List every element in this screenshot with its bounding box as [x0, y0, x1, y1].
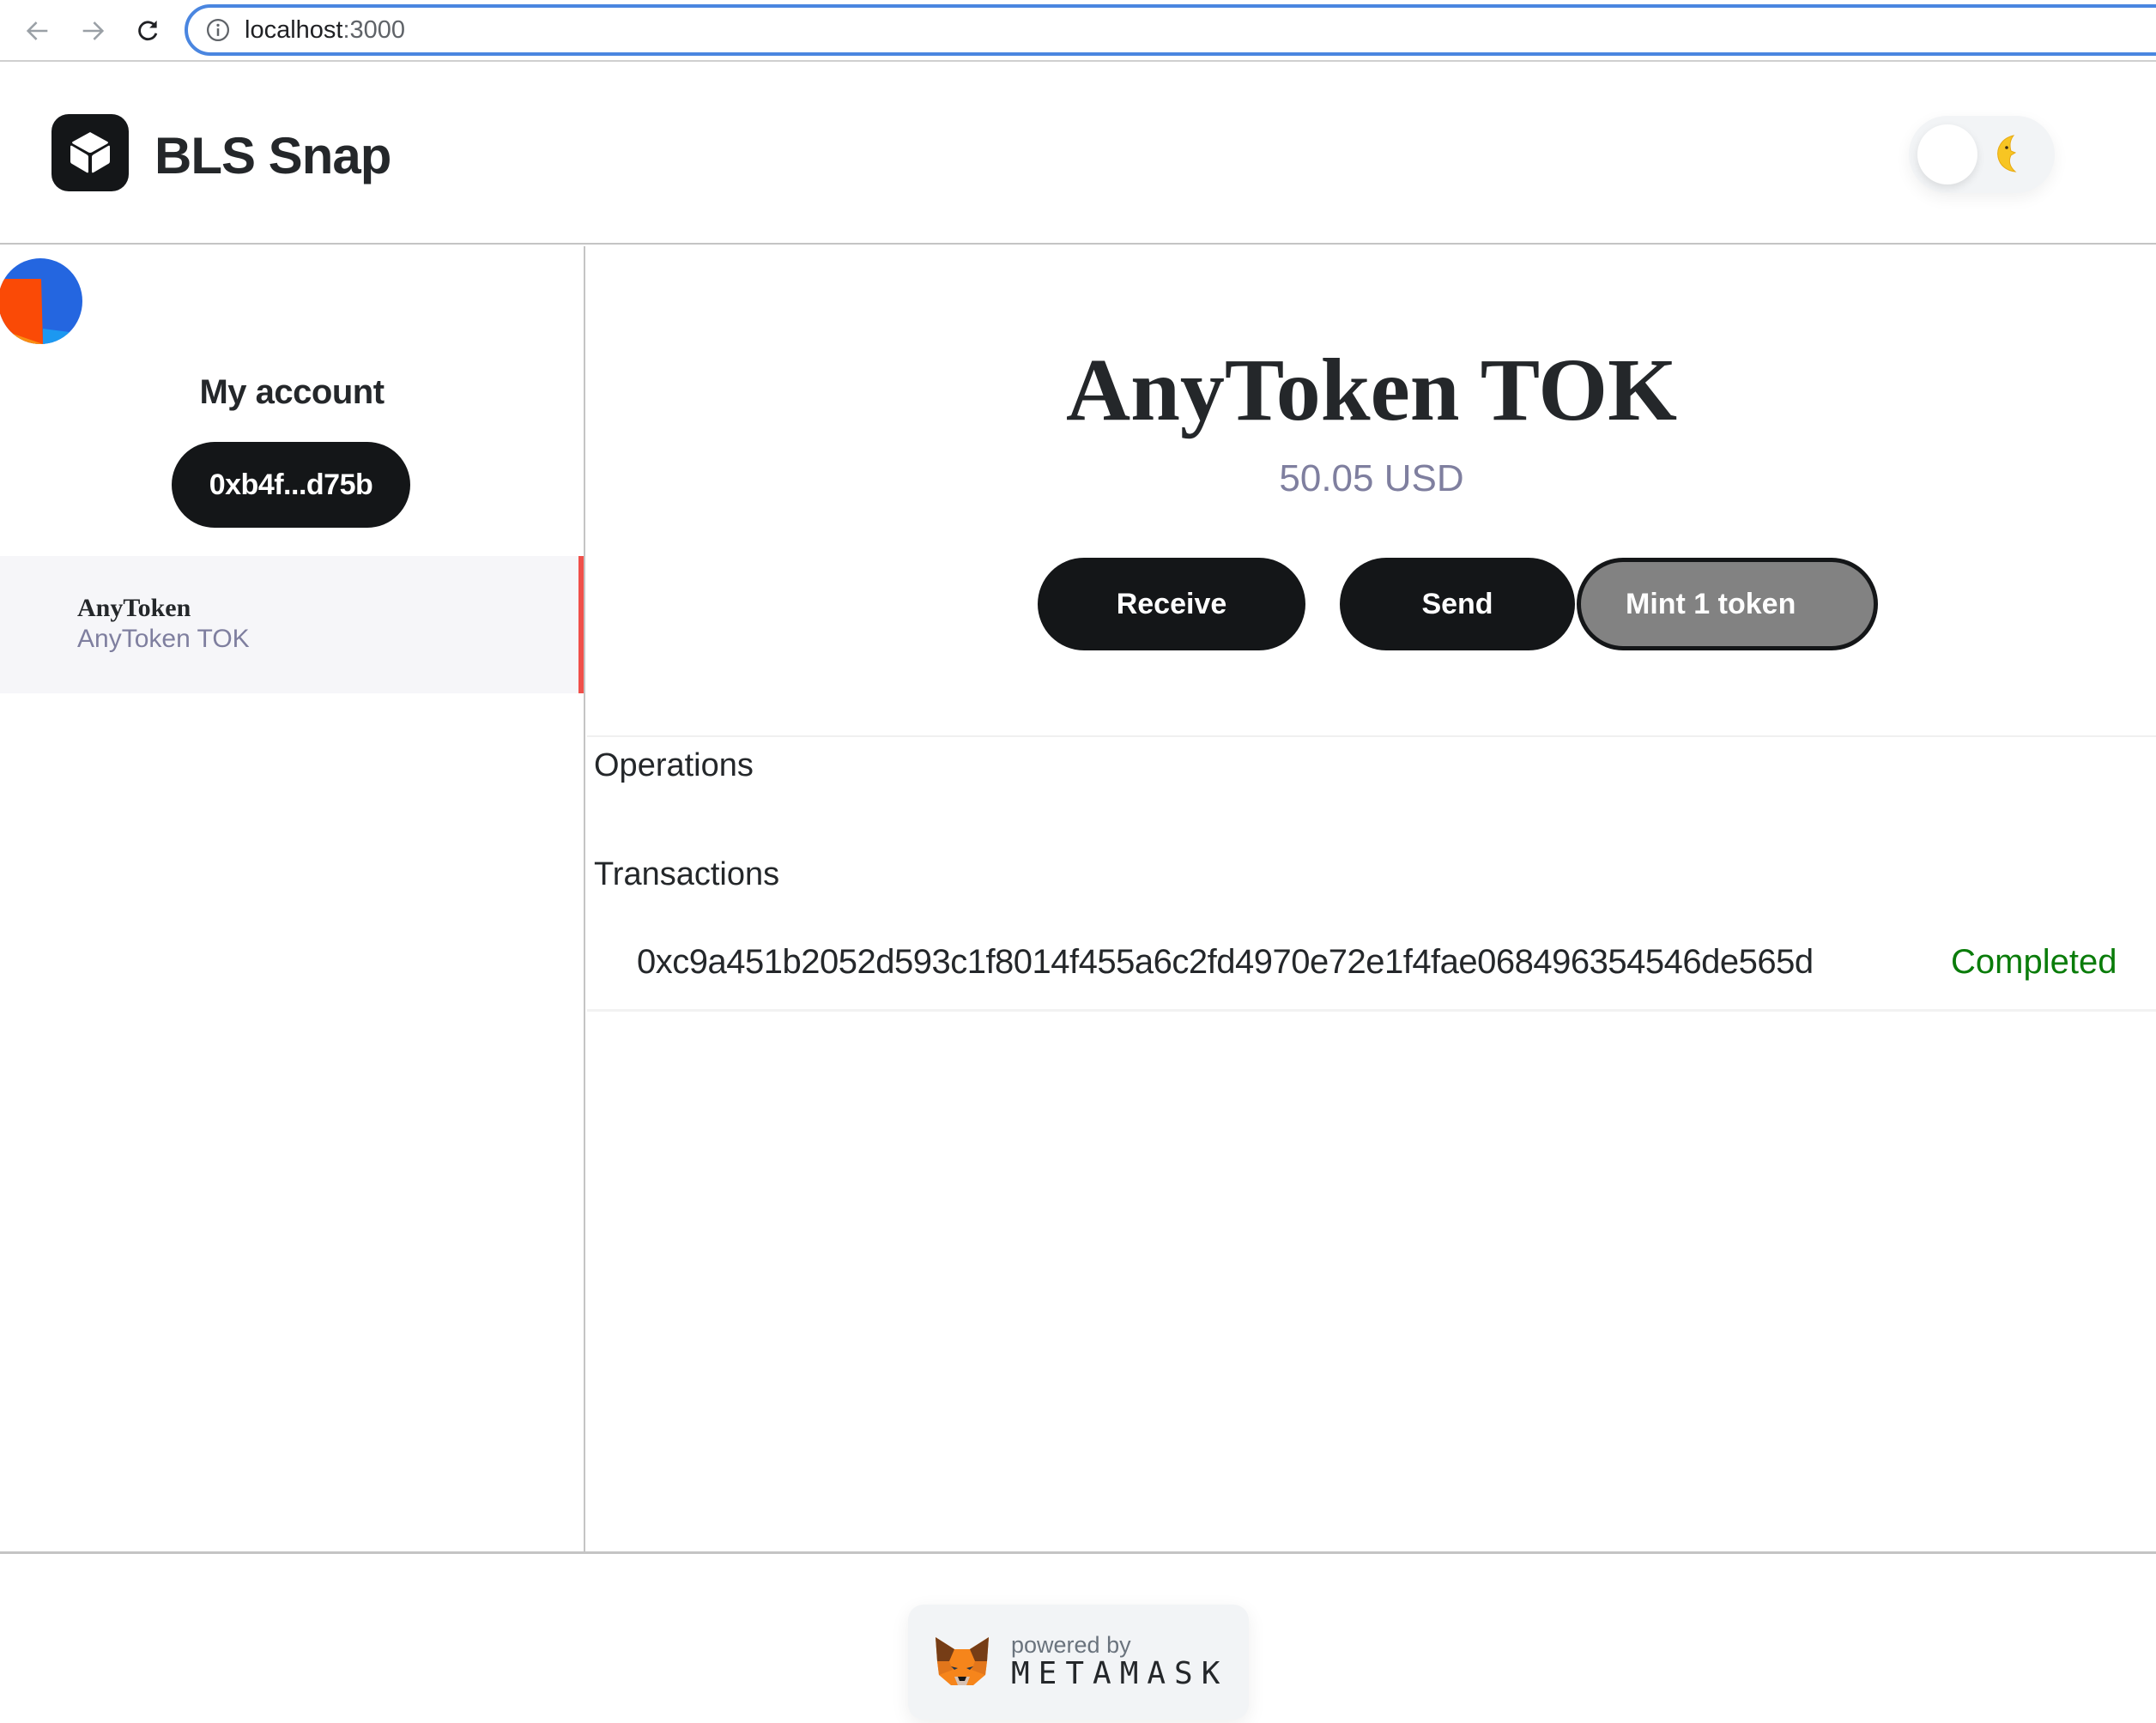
- transactions-heading: Transactions: [594, 856, 780, 892]
- metamask-fox-icon: [936, 1637, 989, 1685]
- token-subtitle: AnyToken TOK: [77, 625, 250, 653]
- section-divider: [587, 735, 2156, 737]
- app-logo[interactable]: [51, 114, 129, 191]
- back-arrow-icon: [26, 21, 48, 40]
- metamask-wordmark: METAMASK: [1011, 1656, 1229, 1691]
- back-button[interactable]: [19, 12, 57, 50]
- mint-token-button[interactable]: Mint 1 token: [1577, 558, 1878, 650]
- send-button[interactable]: Send: [1340, 558, 1575, 650]
- footer-divider: [0, 1551, 2156, 1554]
- token-name: AnyToken: [77, 594, 191, 622]
- token-title: AnyToken TOK: [1065, 341, 1677, 439]
- forward-arrow-icon: [82, 21, 105, 40]
- url-port: :3000: [342, 15, 406, 44]
- app-header: BLS Snap: [0, 62, 2156, 245]
- token-detail: AnyToken TOK 50.05 USD Receive Send Mint…: [587, 246, 2156, 1551]
- transaction-status: Completed: [1951, 943, 2117, 981]
- transaction-row: 0xc9a451b2052d593c1f8014f455a6c2fd4970e7…: [587, 924, 2156, 1012]
- account-title: My account: [199, 373, 385, 411]
- reload-icon: [138, 20, 158, 41]
- url-host: localhost: [245, 15, 343, 44]
- sidebar: My account 0xb4f...d75b AnyToken AnyToke…: [0, 246, 585, 1551]
- url-text: localhost:3000: [245, 16, 405, 45]
- info-icon[interactable]: [205, 17, 231, 43]
- receive-button[interactable]: Receive: [1038, 558, 1305, 650]
- token-balance-usd: 50.05 USD: [1279, 457, 1464, 499]
- metamask-text: powered by METAMASK: [1011, 1633, 1228, 1691]
- token-list-item[interactable]: AnyToken AnyToken TOK: [0, 556, 584, 693]
- powered-by-label: powered by: [1011, 1632, 1131, 1658]
- crescent-moon-icon: [1997, 135, 2017, 172]
- forward-button[interactable]: [74, 12, 112, 50]
- browser-toolbar: localhost:3000: [0, 0, 2156, 62]
- address-bar[interactable]: localhost:3000: [185, 4, 2156, 56]
- account-avatar: [0, 258, 82, 344]
- powered-by-metamask-badge[interactable]: powered by METAMASK: [908, 1605, 1249, 1720]
- toggle-knob: [1917, 124, 1977, 184]
- account-address-button[interactable]: 0xb4f...d75b: [172, 442, 410, 528]
- app-title: BLS Snap: [154, 127, 391, 184]
- reload-button[interactable]: [129, 12, 167, 50]
- transaction-hash[interactable]: 0xc9a451b2052d593c1f8014f455a6c2fd4970e7…: [637, 943, 1814, 982]
- theme-toggle[interactable]: [1909, 116, 2055, 193]
- operations-heading: Operations: [594, 747, 754, 783]
- cube-icon: [70, 132, 110, 173]
